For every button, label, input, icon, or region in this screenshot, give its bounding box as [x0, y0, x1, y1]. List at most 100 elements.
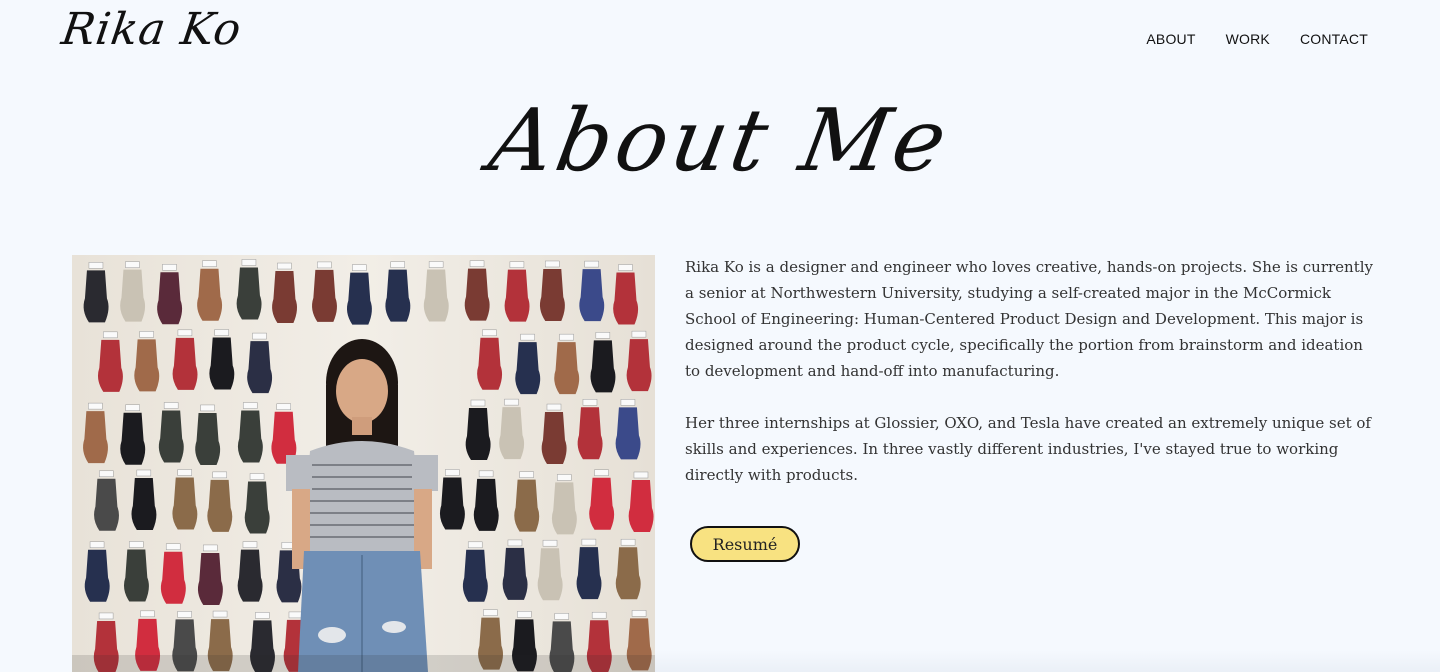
glove-tag [252, 332, 267, 340]
glove [157, 272, 183, 325]
glove-tag [631, 610, 647, 617]
glove-tag [88, 402, 103, 410]
glove-tag [242, 541, 258, 548]
glove-tag [276, 403, 292, 411]
glove [537, 548, 563, 601]
glove-tag [125, 404, 140, 411]
glove-tag [99, 470, 114, 478]
bio-paragraph-1: Rika Ko is a designer and engineer who l… [685, 258, 1374, 380]
glove-tag [545, 260, 560, 268]
glove [120, 269, 146, 322]
glove-tag [594, 469, 609, 476]
bio-paragraph-2: Her three internships at Glossier, OXO, … [685, 414, 1371, 484]
glove [94, 478, 119, 531]
glove-tag [631, 330, 647, 338]
glove-tag [139, 331, 154, 338]
glove [197, 552, 223, 605]
glove-tag [212, 610, 228, 618]
glove [477, 337, 503, 390]
glove-tag [203, 544, 218, 552]
glove [172, 477, 198, 530]
glove [504, 269, 530, 322]
glove [462, 549, 488, 602]
glove-tag [554, 613, 570, 620]
glove-tag [162, 264, 177, 271]
bottom-fade [655, 650, 1440, 672]
glove-tag [214, 329, 229, 336]
glove [272, 271, 298, 324]
glove [514, 479, 540, 532]
glove-tag [469, 260, 485, 267]
glove-tag [255, 612, 270, 619]
glove [439, 477, 465, 530]
glove-tag [200, 404, 215, 412]
glove [464, 268, 490, 321]
glove-tag [89, 541, 105, 549]
glove-tag [428, 261, 444, 268]
glove-tag [140, 610, 155, 618]
glove-tag [591, 611, 607, 619]
site-logo[interactable]: Rika Ko [58, 4, 244, 55]
glove [120, 412, 146, 465]
glove-tag [519, 471, 534, 478]
glove-tag [241, 259, 257, 266]
glove [209, 337, 235, 390]
glove [312, 269, 337, 322]
resume-button[interactable]: Resumé [690, 526, 800, 562]
glove [473, 478, 499, 531]
glove-tag [136, 469, 152, 477]
nav-work[interactable]: WORK [1226, 31, 1270, 47]
glove-tag [509, 261, 525, 268]
glove [423, 269, 449, 322]
logo-text: Rika Ko [58, 4, 245, 55]
glove-tag [129, 541, 144, 548]
glove [131, 477, 157, 530]
glove-tag [556, 474, 572, 481]
glove [628, 479, 654, 532]
glove-tag [517, 611, 532, 618]
glove-tag [546, 403, 562, 411]
glove [626, 339, 652, 392]
glove [237, 410, 263, 463]
glove [134, 339, 160, 392]
glove [84, 549, 110, 602]
glove-tag [88, 262, 104, 269]
bio-text: Rika Ko is a designer and engineer who l… [685, 254, 1375, 514]
glove [615, 407, 641, 460]
glove [499, 407, 525, 460]
glove-tag [212, 471, 227, 479]
glove-tag [581, 538, 597, 546]
glove [237, 549, 263, 602]
glove-tag [317, 261, 332, 269]
glove [590, 340, 616, 393]
glove-tag [445, 469, 460, 476]
glove-tag [482, 329, 497, 337]
glove [589, 477, 615, 530]
glove [197, 268, 223, 321]
glove-tag [242, 402, 258, 409]
glove-tag [595, 332, 611, 339]
glove-tag [520, 333, 535, 341]
glove [554, 342, 580, 395]
glove-tag [478, 470, 494, 478]
glove [83, 270, 109, 323]
glove [385, 269, 411, 322]
glove-tag [620, 399, 636, 406]
glove-tag [177, 469, 192, 476]
glove-tag [277, 262, 292, 270]
glove-tag [618, 264, 633, 271]
glove-tag [390, 261, 405, 268]
glove [172, 337, 198, 390]
glove-tag [559, 333, 574, 341]
glove-tag [103, 331, 118, 339]
nav-about[interactable]: ABOUT [1146, 31, 1195, 47]
glove [158, 410, 184, 463]
glove [207, 479, 233, 532]
glove-tag [98, 612, 114, 620]
glove [539, 268, 565, 321]
glove-tag [504, 398, 519, 406]
glove [579, 269, 605, 322]
nav-contact[interactable]: CONTACT [1300, 31, 1368, 47]
glove [576, 547, 602, 600]
glove-tag [202, 260, 217, 267]
